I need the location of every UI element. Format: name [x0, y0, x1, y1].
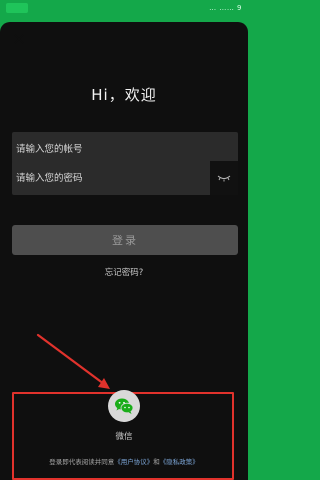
login-sheet: Hi，欢迎 登录 忘记密码?	[0, 22, 248, 480]
status-bar: … …… 9	[0, 0, 248, 22]
close-icon[interactable]	[12, 32, 26, 46]
page-title: Hi，欢迎	[91, 86, 157, 104]
wechat-label: 微信	[115, 432, 133, 442]
sheet-header	[0, 30, 248, 50]
screen: … …… 9 Hi，欢迎 登录 忘记密码?	[0, 0, 248, 480]
agreement-text: 登录即代表阅读并同意《用户协议》和《隐私政策》	[0, 456, 248, 466]
privacy-policy-link[interactable]: 《隐私政策》	[160, 458, 199, 466]
status-app-icon	[6, 3, 28, 13]
agreement-prefix: 登录即代表阅读并同意	[49, 458, 115, 466]
wechat-login-button[interactable]	[108, 390, 140, 422]
eye-closed-icon	[217, 175, 231, 182]
login-button[interactable]: 登录	[12, 225, 238, 255]
status-indicators: … …… 9	[209, 4, 242, 12]
forgot-password-link[interactable]: 忘记密码?	[0, 266, 248, 278]
password-visibility-toggle[interactable]	[210, 161, 238, 195]
password-field[interactable]	[12, 161, 238, 195]
password-input[interactable]	[16, 161, 206, 195]
user-agreement-link[interactable]: 《用户协议》	[114, 458, 153, 466]
wechat-icon	[115, 398, 134, 414]
